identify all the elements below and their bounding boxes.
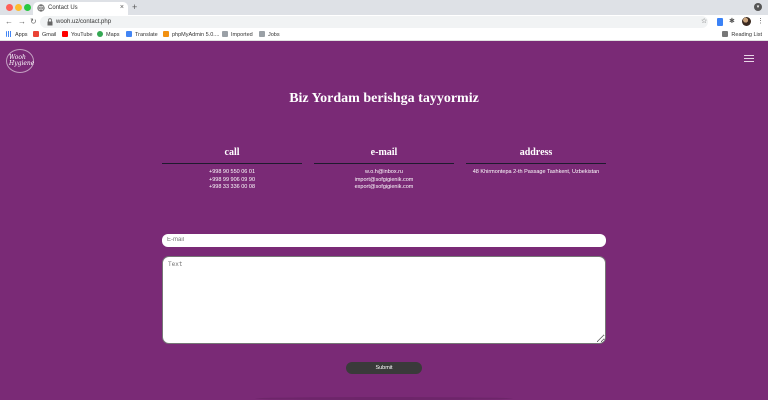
- avatar[interactable]: [742, 17, 751, 26]
- phone-number[interactable]: +998 99 906 09 90: [162, 177, 302, 185]
- contact-call-column: call +998 90 550 06 01 +998 99 906 09 90…: [162, 146, 302, 192]
- tab-close-icon[interactable]: ×: [120, 3, 124, 12]
- tab-title: Contact Us: [48, 5, 78, 11]
- url-text: wooh.uz/contact.php: [56, 19, 112, 25]
- phone-number[interactable]: +998 33 336 00 08: [162, 184, 302, 192]
- puzzle-icon[interactable]: ✱: [729, 17, 735, 27]
- maps-pin-icon: [97, 31, 103, 37]
- email-address[interactable]: import@sofgigienik.com: [314, 177, 454, 185]
- star-icon[interactable]: ☆: [701, 17, 707, 27]
- browser-tab-bar: Contact Us × + ▾: [0, 0, 768, 15]
- submit-button[interactable]: Submit: [346, 362, 422, 374]
- bookmark-translate[interactable]: Translate: [126, 30, 158, 40]
- address-title: address: [519, 147, 553, 158]
- bookmark-maps[interactable]: Maps: [97, 30, 119, 40]
- page-content: Wooh Hygiene Biz Yordam berishga tayyormi…: [0, 42, 768, 400]
- window-menu-icon[interactable]: ▾: [754, 3, 762, 11]
- phpmyadmin-icon: [163, 31, 169, 37]
- more-icon[interactable]: ⋮: [757, 17, 764, 27]
- gmail-icon: [33, 31, 39, 37]
- divider: [466, 163, 606, 164]
- reload-icon[interactable]: ↻: [30, 17, 37, 27]
- folder-icon: [222, 31, 228, 37]
- message-textarea[interactable]: [162, 256, 606, 344]
- new-tab-icon[interactable]: +: [132, 2, 137, 12]
- contact-address-column: address 48 Khirmontepa 2-th Passage Tash…: [466, 146, 606, 177]
- extension-icon[interactable]: [717, 18, 723, 26]
- hamburger-menu-icon[interactable]: [744, 55, 754, 63]
- call-title: call: [224, 147, 240, 158]
- logo-text: Wooh Hygiene: [9, 54, 35, 67]
- youtube-icon: [62, 31, 68, 37]
- contact-email-column: e-mail w.o.h@inbox.ru import@sofgigienik…: [314, 146, 454, 192]
- bookmark-gmail[interactable]: Gmail: [33, 30, 56, 40]
- address-bar[interactable]: [40, 16, 708, 28]
- email-title: e-mail: [370, 147, 398, 158]
- phone-number[interactable]: +998 90 550 06 01: [162, 169, 302, 177]
- street-address: 48 Khirmontepa 2-th Passage Tashkent, Uz…: [472, 169, 600, 175]
- divider: [162, 163, 302, 164]
- reading-list-icon: [722, 31, 729, 37]
- lock-icon: [47, 18, 53, 26]
- minimize-window-icon[interactable]: [15, 4, 22, 11]
- maximize-window-icon[interactable]: [24, 4, 31, 11]
- close-window-icon[interactable]: [6, 4, 13, 11]
- reading-list[interactable]: Reading List: [722, 30, 762, 40]
- bookmarks-bar: Apps Gmail YouTube Maps Translate phpMyA…: [0, 29, 768, 41]
- bookmark-apps[interactable]: Apps: [6, 30, 28, 40]
- browser-toolbar: ← → ↻ wooh.uz/contact.php ☆ ✱ ⋮: [0, 15, 768, 29]
- globe-icon: [37, 4, 45, 12]
- email-address[interactable]: w.o.h@inbox.ru: [314, 169, 454, 177]
- email-address[interactable]: export@sofgigienik.com: [314, 184, 454, 192]
- browser-tab[interactable]: Contact Us ×: [33, 2, 128, 15]
- back-icon[interactable]: ←: [5, 17, 13, 27]
- forward-icon[interactable]: →: [18, 17, 26, 27]
- translate-icon: [126, 31, 132, 37]
- apps-grid-icon: [6, 31, 12, 37]
- folder-icon: [259, 31, 265, 37]
- page-title: Biz Yordam berishga tayyormiz: [289, 91, 479, 106]
- bookmark-jobs[interactable]: Jobs: [259, 30, 280, 40]
- email-field[interactable]: [162, 234, 606, 247]
- bookmark-phpmyadmin[interactable]: phpMyAdmin 5.0....: [163, 30, 219, 40]
- bookmark-imported[interactable]: Imported: [222, 30, 253, 40]
- divider: [314, 163, 454, 164]
- bookmark-youtube[interactable]: YouTube: [62, 30, 93, 40]
